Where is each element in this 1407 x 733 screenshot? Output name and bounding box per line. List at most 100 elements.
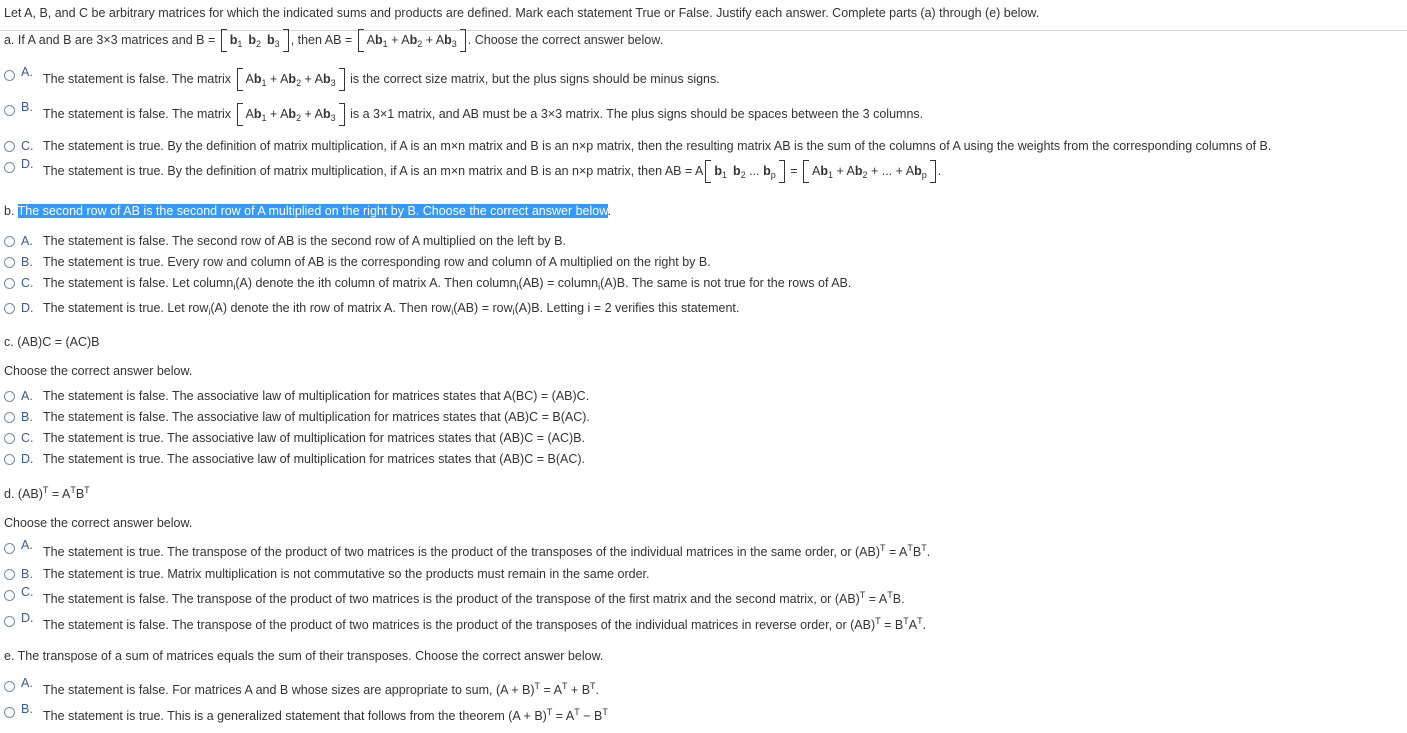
text-run: + A <box>832 164 855 178</box>
part-b-option-b[interactable]: B. The statement is true. Every row and … <box>4 255 711 269</box>
option-text: The statement is true. The associative l… <box>43 431 585 445</box>
subscript: 1 <box>237 39 243 49</box>
radio-button[interactable] <box>4 70 15 81</box>
option-text: The statement is false. The associative … <box>43 389 589 403</box>
radio-button[interactable] <box>4 162 15 173</box>
text-run: = A <box>48 487 71 501</box>
text-run: is a 3×1 matrix, and AB must be a 3×3 ma… <box>346 107 924 121</box>
option-text: The statement is false. The matrix Ab1 +… <box>43 103 924 126</box>
part-c-option-c[interactable]: C. The statement is true. The associativ… <box>4 431 585 445</box>
vector-symbol: b <box>253 107 262 121</box>
text-run: . Choose the correct answer below. <box>467 33 664 47</box>
part-a-option-c[interactable]: C. The statement is true. By the definit… <box>4 139 1271 153</box>
matrix-bracket: b1 b2 ... bp <box>705 160 786 183</box>
text-run: The statement is true. By the definition… <box>43 164 704 178</box>
text-run: The statement is false. Let column <box>43 276 234 290</box>
text-run: The statement is false. The transpose of… <box>43 618 876 632</box>
part-a-option-a[interactable]: A. The statement is false. The matrix Ab… <box>4 65 720 91</box>
vector-symbol: b <box>375 33 383 47</box>
text-run: , then AB = <box>290 33 356 47</box>
text-run: + A <box>387 33 410 47</box>
option-text: The statement is true. This is a general… <box>43 708 608 724</box>
text-run: = B <box>880 618 904 632</box>
text-run: = A <box>540 683 562 697</box>
text-run: + B <box>567 683 591 697</box>
part-b-prompt-tail: . <box>607 204 612 218</box>
radio-button[interactable] <box>4 236 15 247</box>
radio-button[interactable] <box>4 543 15 554</box>
text-run: A <box>908 618 918 632</box>
vector-symbol: b <box>288 72 297 86</box>
text-run: The statement is true. Every row and col… <box>43 255 711 269</box>
radio-button[interactable] <box>4 278 15 289</box>
text-run: The statement is false. The transpose of… <box>43 592 860 606</box>
vector-symbol: b <box>820 164 828 178</box>
radio-button[interactable] <box>4 303 15 314</box>
vector-symbol: b <box>267 33 275 47</box>
radio-button[interactable] <box>4 590 15 601</box>
text-run: + A <box>422 33 445 47</box>
vector-symbol: b <box>714 164 723 178</box>
text-run: The statement is false. The second row o… <box>43 234 566 248</box>
part-b-option-d[interactable]: D. The statement is true. Let rowi(A) de… <box>4 301 739 317</box>
vector-symbol: b <box>444 33 452 47</box>
subscript: 3 <box>330 113 336 123</box>
text-run: The statement is true. The associative l… <box>43 431 585 445</box>
radio-button[interactable] <box>4 257 15 268</box>
radio-button[interactable] <box>4 616 15 627</box>
matrix-bracket: b1 b2 b3 <box>220 29 289 52</box>
text-run: + A <box>266 72 289 86</box>
option-letter: B. <box>21 702 33 716</box>
part-d-option-b[interactable]: B. The statement is true. Matrix multipl… <box>4 567 650 581</box>
option-text: The statement is false. For matrices A a… <box>43 682 599 698</box>
text-run: (A) denote the ith row of matrix A. Then… <box>210 301 452 315</box>
part-c-prompt: c. (AB)C = (AC)B <box>4 335 100 349</box>
option-text: The statement is false. Let columni(A) d… <box>43 276 852 292</box>
text-run: = A <box>552 709 575 723</box>
text-run: d. (AB) <box>4 487 43 501</box>
part-d-option-d[interactable]: D. The statement is false. The transpose… <box>4 611 927 632</box>
text-run: = <box>786 164 801 178</box>
radio-button[interactable] <box>4 569 15 580</box>
option-letter: B. <box>21 255 33 269</box>
selected-text[interactable]: The second row of AB is the second row o… <box>17 204 608 218</box>
option-letter: D. <box>21 301 34 315</box>
part-b-option-a[interactable]: A. The statement is false. The second ro… <box>4 234 566 248</box>
radio-button[interactable] <box>4 454 15 465</box>
radio-button[interactable] <box>4 141 15 152</box>
part-a-option-b[interactable]: B. The statement is false. The matrix Ab… <box>4 100 924 126</box>
part-c-option-d[interactable]: D. The statement is true. The associativ… <box>4 452 585 466</box>
part-d-option-c[interactable]: C. The statement is false. The transpose… <box>4 585 905 606</box>
radio-button[interactable] <box>4 707 15 718</box>
part-d-instruction: Choose the correct answer below. <box>4 516 193 530</box>
option-letter: A. <box>21 65 33 79</box>
text-run: (A)B. The same is not true for the rows … <box>600 276 852 290</box>
radio-button[interactable] <box>4 412 15 423</box>
part-e-option-a[interactable]: A. The statement is false. For matrices … <box>4 676 599 698</box>
part-a-option-d[interactable]: D. The statement is true. By the definit… <box>4 157 941 183</box>
radio-button[interactable] <box>4 105 15 116</box>
matrix-bracket: Ab1 + Ab2 + Ab3 <box>357 29 466 52</box>
option-letter: A. <box>21 676 33 690</box>
radio-button[interactable] <box>4 681 15 692</box>
text-run: − B <box>579 709 603 723</box>
text-run: + ... + A <box>867 164 915 178</box>
text-run: The statement is true. By the definition… <box>43 139 1272 153</box>
text-run: (A) denote the ith column of matrix A. T… <box>235 276 517 290</box>
text-run: . <box>922 618 927 632</box>
option-text: The statement is true. Every row and col… <box>43 255 711 269</box>
vector-symbol: b <box>854 164 863 178</box>
part-c-option-b[interactable]: B. The statement is false. The associati… <box>4 410 590 424</box>
radio-button[interactable] <box>4 391 15 402</box>
option-text: The statement is true. By the definition… <box>43 139 1271 153</box>
text-run: The statement is false. The matrix <box>43 72 235 86</box>
subscript: p <box>921 170 927 180</box>
part-e-option-b[interactable]: B. The statement is true. This is a gene… <box>4 702 608 724</box>
matrix-bracket: Ab1 + Ab2 + ... + Abp <box>802 160 936 183</box>
part-d-option-a[interactable]: A. The statement is true. The transpose … <box>4 538 930 559</box>
part-b-option-c[interactable]: C. The statement is false. Let columni(A… <box>4 276 852 292</box>
radio-button[interactable] <box>4 433 15 444</box>
vector-symbol: b <box>733 164 741 178</box>
part-c-option-a[interactable]: A. The statement is false. The associati… <box>4 389 589 403</box>
matrix-bracket: Ab1 + Ab2 + Ab3 <box>236 103 345 126</box>
